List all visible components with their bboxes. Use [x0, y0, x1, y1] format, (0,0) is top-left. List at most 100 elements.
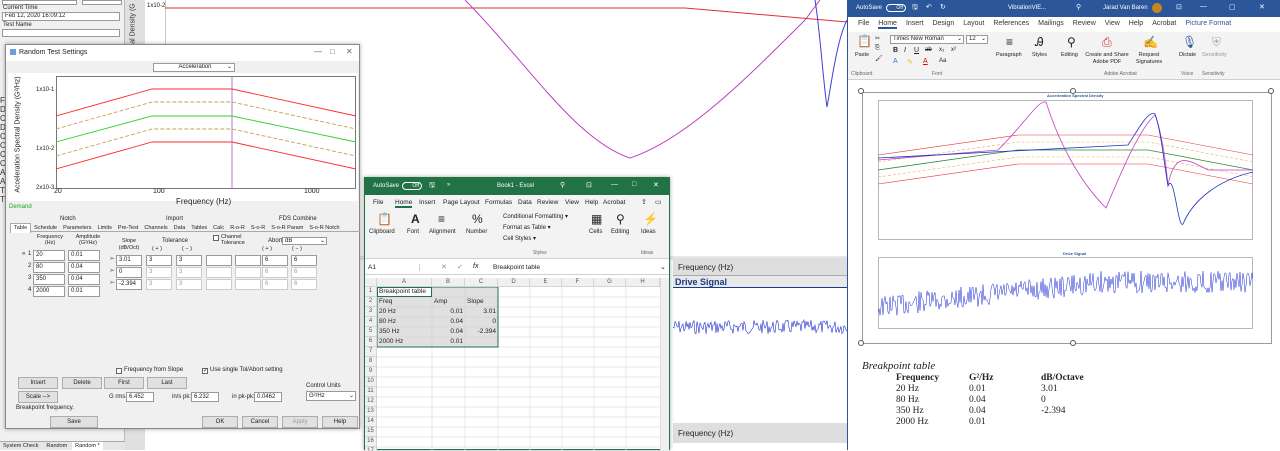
ribbon-paragraph[interactable]: Paragraph [996, 52, 1022, 58]
ok-button[interactable]: OK [202, 416, 238, 428]
apply-button[interactable]: Apply [282, 416, 318, 428]
save-icon[interactable]: 🖫 [912, 3, 918, 14]
control-units-select[interactable]: G²/Hz ⌄ [306, 391, 356, 401]
underline-icon[interactable]: U [914, 47, 919, 54]
change-case-icon[interactable]: Aa [939, 58, 946, 64]
font-icon[interactable]: A [411, 212, 420, 226]
tab-s-o-r[interactable]: S-o-R [248, 224, 268, 233]
cell-c4[interactable]: 0 [465, 317, 496, 326]
cell-a3[interactable]: 20 Hz [379, 307, 396, 316]
excel-tab-acrobat[interactable]: Acrobat [603, 199, 625, 206]
name-box[interactable]: A1 [368, 264, 420, 271]
ribbon-editing[interactable]: Editing [1061, 52, 1078, 58]
ribbon-display-icon[interactable]: ⊡ [586, 181, 592, 189]
function-icon[interactable]: fx [473, 263, 478, 270]
amp-input[interactable]: 0.01 [68, 286, 100, 297]
word-tab-design[interactable]: Design [932, 20, 954, 27]
col-header[interactable]: E [530, 278, 562, 287]
editing-icon[interactable]: ⚲ [1067, 35, 1076, 49]
ribbon-paste[interactable]: Paste [855, 52, 869, 58]
tab-channels[interactable]: Channels [141, 224, 170, 233]
excel-tab-insert[interactable]: Insert [419, 199, 435, 206]
scale-button[interactable]: Scale --> [18, 391, 58, 403]
excel-tab-view[interactable]: View [565, 199, 579, 206]
avatar[interactable] [1152, 3, 1162, 13]
row-header[interactable]: 10 [365, 377, 377, 387]
ribbon-number[interactable]: Number [466, 229, 487, 235]
cell-b2[interactable]: Amp [434, 297, 447, 306]
ribbon-sensitivity[interactable]: Sensitivity [1202, 52, 1227, 58]
word-tab-review[interactable]: Review [1073, 20, 1096, 27]
word-tab-references[interactable]: References [993, 20, 1029, 27]
confirm-entry-icon[interactable]: ✓ [457, 263, 463, 271]
abort-unit-select[interactable]: dB ⌄ [282, 237, 327, 245]
share-icon[interactable]: ⇪ [641, 198, 647, 206]
ribbon-cell-styles[interactable]: Cell Styles ▾ [503, 235, 536, 242]
word-tab-file[interactable]: File [858, 20, 869, 27]
cell-a5[interactable]: 350 Hz [379, 327, 400, 336]
resize-handle[interactable] [858, 340, 864, 346]
cell-c3[interactable]: 3.01 [465, 307, 496, 316]
sensitivity-icon[interactable]: ⛨ [1212, 35, 1221, 50]
font-color-icon[interactable]: A [923, 58, 928, 65]
row-header[interactable]: 2 [365, 297, 377, 307]
tab-calc[interactable]: Calc [210, 224, 227, 233]
ribbon-clipboard[interactable]: Clipboard [369, 229, 395, 235]
first-button[interactable]: First [104, 377, 144, 389]
percent-icon[interactable]: % [472, 212, 483, 226]
word-autosave-toggle[interactable]: Off [886, 4, 906, 12]
word-minimize-button[interactable]: — [1200, 3, 1207, 10]
undo-icon[interactable]: ↶ [926, 3, 932, 11]
overflow-icon[interactable]: » [447, 182, 450, 188]
resize-handle[interactable] [1268, 88, 1274, 94]
styles-icon[interactable]: Ꭿ [1035, 35, 1044, 50]
cells-icon[interactable]: ▦ [591, 212, 602, 226]
strikethrough-icon[interactable]: ab [925, 47, 932, 53]
cell-c5[interactable]: -2.394 [465, 327, 496, 336]
cell-b6[interactable]: 0.01 [432, 337, 463, 346]
channel-tol-checkbox[interactable] [213, 235, 219, 241]
row-header[interactable]: 9 [365, 367, 377, 377]
excel-tab-formulas[interactable]: Formulas [485, 199, 512, 206]
select-all-corner[interactable] [365, 278, 377, 287]
tab-r-o-r[interactable]: R-o-R [227, 224, 248, 233]
ribbon-display-icon[interactable]: ⊡ [1176, 3, 1182, 11]
italic-icon[interactable]: I [904, 47, 906, 54]
font-name-select[interactable]: Times New Roman ⌄ [890, 35, 964, 44]
amp-input[interactable]: 0.04 [68, 274, 100, 285]
cell-b5[interactable]: 0.04 [432, 327, 463, 336]
col-header[interactable]: G [594, 278, 626, 287]
dialog-minimize-button[interactable]: — [314, 47, 322, 56]
col-header[interactable]: A [377, 278, 432, 287]
insert-button[interactable]: Insert [18, 377, 58, 389]
col-header[interactable]: H [626, 278, 660, 287]
ribbon-format-as-table[interactable]: Format as Table ▾ [503, 224, 551, 231]
row-header[interactable]: 11 [365, 387, 377, 397]
cut-icon[interactable]: ✂ [875, 35, 880, 42]
dialog-close-button[interactable]: ✕ [346, 47, 353, 56]
last-button[interactable]: Last [147, 377, 187, 389]
freq-from-slope-checkbox[interactable] [116, 368, 122, 374]
row-header[interactable]: 7 [365, 347, 377, 357]
word-tab-help[interactable]: Help [1129, 20, 1143, 27]
tab-table[interactable]: Table [10, 223, 32, 233]
search-icon[interactable]: ⚲ [560, 181, 565, 189]
row-header[interactable]: 5 [365, 327, 377, 337]
save-icon[interactable]: 🖫 [429, 181, 435, 192]
redo-icon[interactable]: ↻ [940, 3, 946, 11]
cancel-button[interactable]: Cancel [242, 416, 278, 428]
excel-tab-page-layout[interactable]: Page Layout [443, 199, 480, 206]
tab-s-o-r-notch[interactable]: S-o-R Notch [306, 224, 342, 233]
ribbon-styles[interactable]: Styles [1032, 52, 1047, 58]
tab-parameters[interactable]: Parameters [60, 224, 94, 233]
tab-limits[interactable]: Limits [95, 224, 115, 233]
save-button[interactable]: Save [50, 416, 98, 428]
search-icon[interactable]: ⚲ [1076, 3, 1081, 11]
test-name-field[interactable] [2, 29, 120, 37]
freq-input[interactable]: 2000 [33, 286, 65, 297]
dialog-maximize-button[interactable]: □ [330, 47, 335, 56]
comments-icon[interactable]: ▭ [655, 198, 662, 206]
copy-icon[interactable]: ⎘ [875, 45, 880, 52]
excel-tab-review[interactable]: Review [537, 199, 558, 206]
row-header[interactable]: 13 [365, 407, 377, 417]
